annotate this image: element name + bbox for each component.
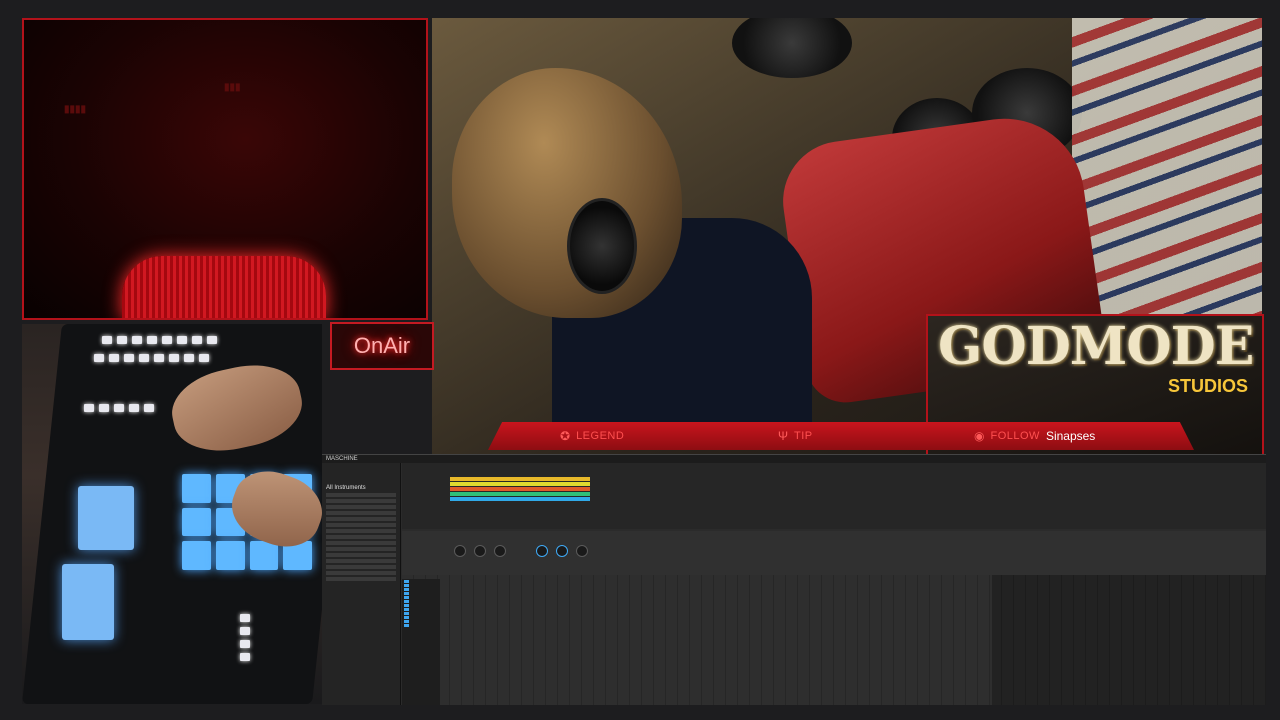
controller-buttons: [94, 354, 209, 362]
daw-browser[interactable]: All Instruments: [322, 463, 401, 705]
headphone-icon: [567, 198, 637, 294]
logo-title: GODMODE: [938, 316, 1254, 377]
background-sign: ▮▮▮: [224, 82, 241, 93]
knob[interactable]: [536, 545, 548, 557]
knob[interactable]: [494, 545, 506, 557]
piano-roll-inactive-region: [992, 575, 1266, 705]
microphone-shape: [122, 256, 326, 318]
knob[interactable]: [454, 545, 466, 557]
controller-buttons: [240, 614, 250, 661]
follow-label: FOLLOW: [990, 430, 1040, 442]
legend-icon: ✪: [560, 429, 571, 443]
controller-buttons: [102, 336, 217, 344]
daw-app-name: MASCHINE: [326, 456, 358, 462]
daw-titlebar: MASCHINE: [322, 455, 1266, 463]
controller-screen: [78, 486, 134, 550]
arranger-clip[interactable]: [450, 497, 590, 501]
follow-stat: ◉ FOLLOW Sinapses: [974, 429, 1095, 443]
tip-stat: Ψ TIP: [778, 429, 819, 443]
tip-label: TIP: [794, 430, 813, 442]
arranger-clip[interactable]: [450, 487, 590, 491]
arranger-clip[interactable]: [450, 482, 590, 486]
browser-title: All Instruments: [326, 485, 366, 491]
camera-feed-controller: [22, 324, 322, 704]
follow-value: Sinapses: [1045, 429, 1096, 443]
drum-pad: [732, 18, 852, 78]
arranger-clip[interactable]: [450, 492, 590, 496]
person-head: [452, 68, 682, 318]
logo-subtitle: STUDIOS: [1167, 376, 1248, 396]
daw-arranger[interactable]: [402, 463, 1266, 529]
on-air-sign: OnAir: [330, 322, 434, 370]
legend-stat: ✪ LEGEND: [560, 429, 630, 443]
knob[interactable]: [556, 545, 568, 557]
follow-icon: ◉: [974, 429, 985, 443]
maschine-daw: MASCHINE All Instruments: [322, 454, 1266, 705]
knob[interactable]: [576, 545, 588, 557]
knob[interactable]: [474, 545, 486, 557]
stream-status-bar: ✪ LEGEND Ψ TIP ◉ FOLLOW Sinapses: [488, 422, 1194, 450]
piano-roll[interactable]: [402, 575, 1266, 705]
piano-keys[interactable]: [402, 579, 440, 705]
background-sign: ▮▮▮▮: [64, 104, 87, 115]
flag-backdrop: [1072, 18, 1262, 318]
camera-feed-mic: ▮▮▮▮ ▮▮▮: [22, 18, 428, 320]
tip-icon: Ψ: [778, 429, 789, 443]
arranger-clip[interactable]: [450, 477, 590, 481]
on-air-label: OnAir: [353, 333, 411, 358]
legend-label: LEGEND: [576, 430, 625, 442]
daw-plugin-panel: [402, 531, 1266, 575]
controller-screen: [62, 564, 114, 640]
controller-buttons: [84, 404, 154, 412]
